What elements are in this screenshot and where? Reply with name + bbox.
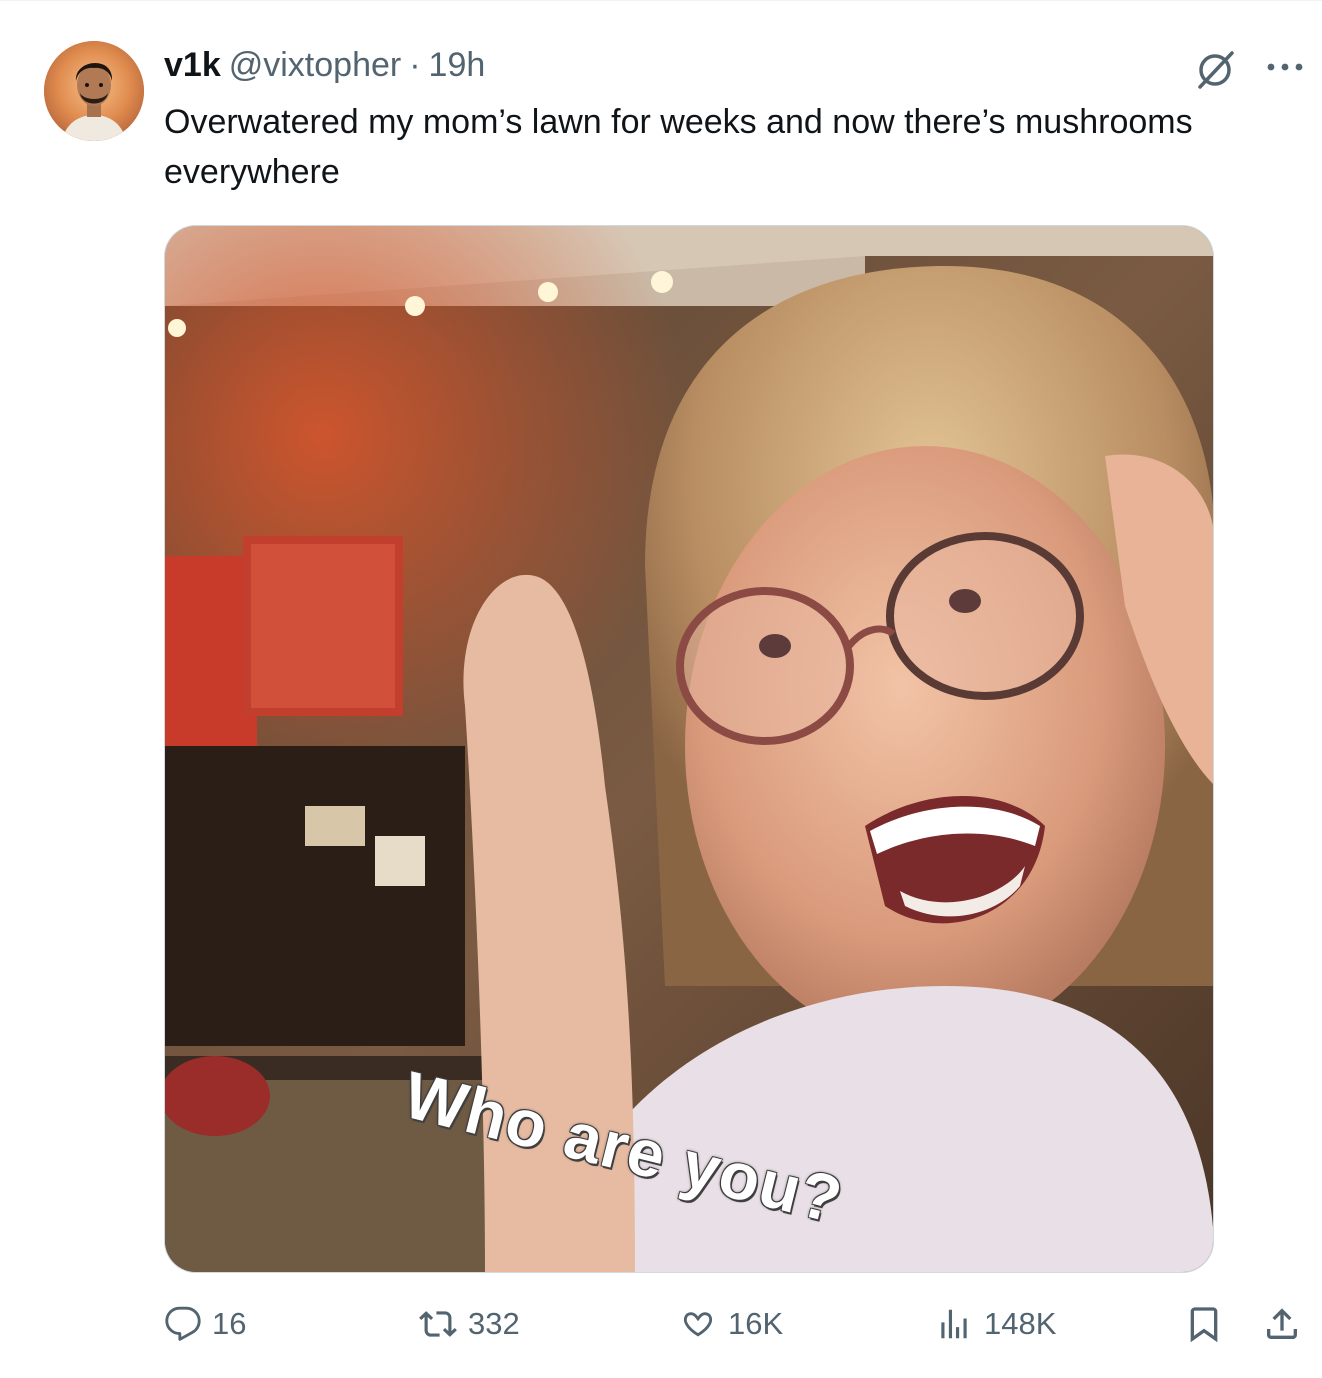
repost-count: 332: [468, 1306, 520, 1341]
reply-icon: [165, 1306, 201, 1341]
share-icon: [1267, 1308, 1297, 1339]
timestamp[interactable]: 19h: [429, 45, 486, 85]
heart-icon: [683, 1312, 713, 1337]
tweet-header: v1k @vixtopher · 19h: [164, 45, 485, 85]
like-button[interactable]: 16K: [678, 1301, 783, 1347]
tweet-text: Overwatered my mom’s lawn for weeks and …: [164, 103, 1193, 191]
views-icon: [941, 1309, 967, 1339]
reply-count: 16: [212, 1306, 247, 1341]
avatar-image: [44, 41, 144, 141]
like-count: 16K: [728, 1306, 784, 1341]
views-count: 148K: [984, 1306, 1057, 1341]
repost-button[interactable]: 332: [418, 1301, 520, 1347]
display-name[interactable]: v1k: [164, 45, 221, 85]
avatar[interactable]: [44, 41, 144, 141]
share-button[interactable]: [1262, 1301, 1302, 1347]
media-image: [165, 226, 1213, 1272]
bookmark-button[interactable]: [1184, 1301, 1224, 1347]
more-icon[interactable]: [1262, 49, 1308, 85]
grok-icon[interactable]: [1192, 47, 1238, 93]
tweet-media[interactable]: Who are you?: [164, 225, 1214, 1273]
bookmark-icon: [1190, 1307, 1218, 1343]
handle[interactable]: @vixtopher: [229, 45, 401, 85]
repost-icon: [419, 1311, 457, 1337]
views-button[interactable]: 148K: [934, 1301, 1056, 1347]
action-bar: 16 332 16K 148K: [164, 1301, 1314, 1347]
separator: ·: [409, 46, 421, 84]
tweet-card[interactable]: v1k @vixtopher · 19h Overwatered my mom’…: [0, 0, 1322, 1378]
reply-button[interactable]: 16: [164, 1301, 246, 1347]
